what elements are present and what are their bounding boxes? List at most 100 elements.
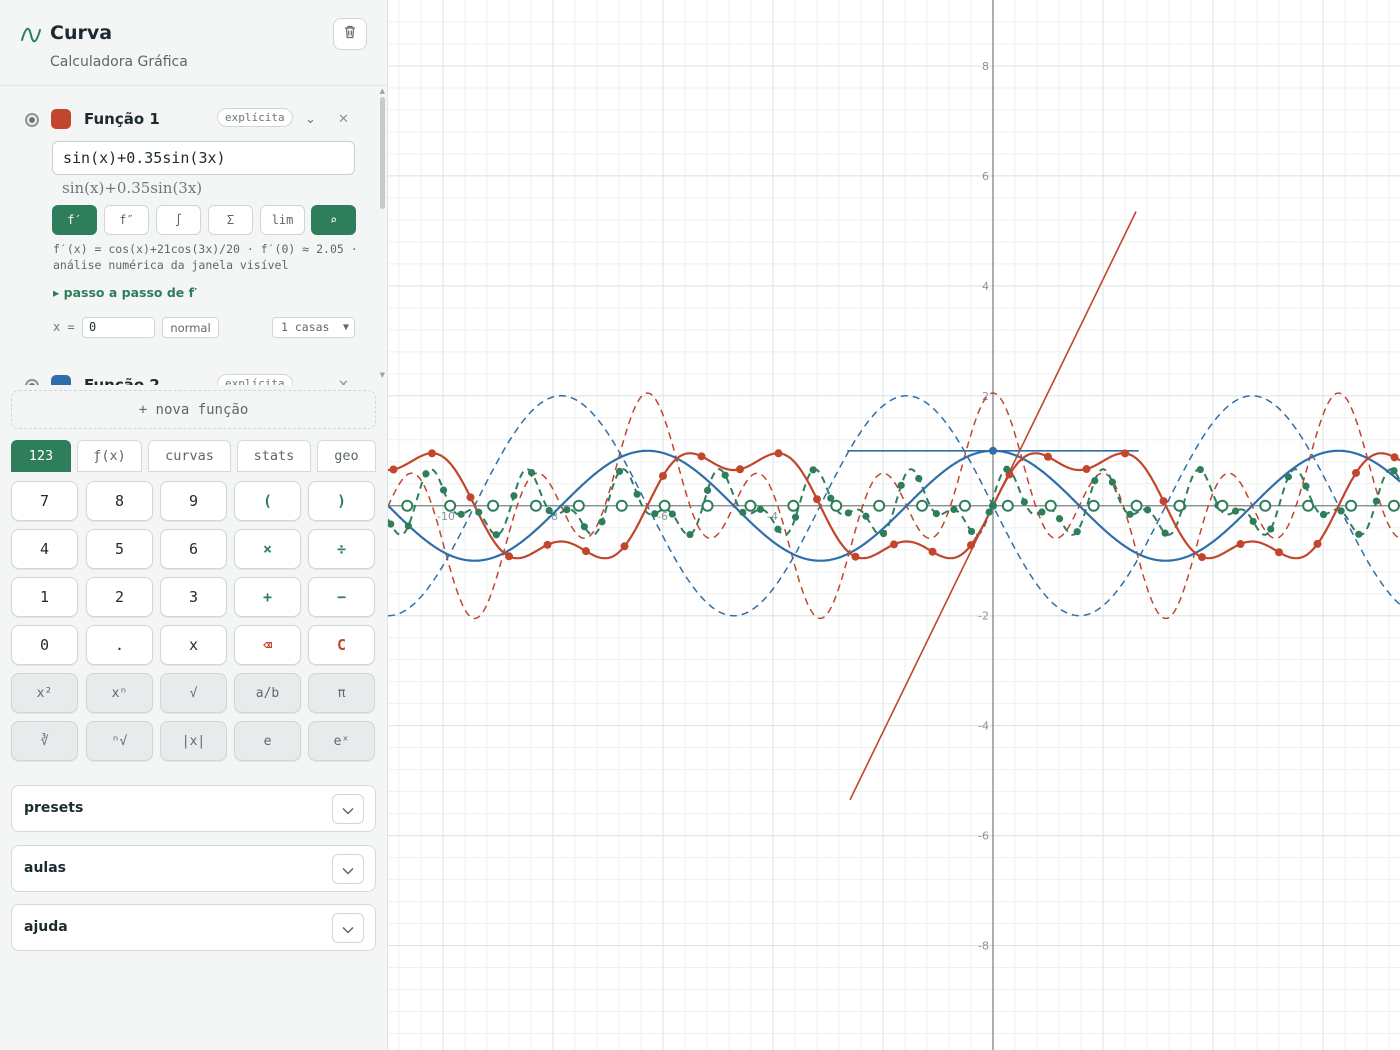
presets-panel[interactable]: presets [11,785,376,832]
tab-123[interactable]: 123 [11,440,71,472]
root-marker [701,499,714,512]
scrollbar-thumb[interactable] [380,97,385,209]
key-decimal[interactable]: . [86,625,153,665]
sidebar: Curva Calculadora Gráfica Função 1 explí… [0,0,388,1050]
tab-stats[interactable]: stats [237,440,311,472]
key-9[interactable]: 9 [160,481,227,521]
key-nth-root[interactable]: ⁿ√ [86,721,153,761]
key-open-paren[interactable]: ( [234,481,301,521]
curve-point [851,552,860,561]
root-marker [615,499,628,512]
expression-input[interactable]: sin(x)+0.35sin(3x) [52,141,355,175]
new-function-button[interactable]: + nova função [11,390,376,429]
key-square[interactable]: x² [11,673,78,713]
help-panel[interactable]: ajuda [11,904,376,951]
curve-point [1337,507,1345,515]
lessons-panel[interactable]: aulas [11,845,376,892]
mode-button[interactable]: normal [162,317,219,338]
key-sqrt[interactable]: √ [160,673,227,713]
key-divide[interactable]: ÷ [308,529,375,569]
key-backspace[interactable]: ⌫ [234,625,301,665]
decimals-select[interactable]: 1 casas ▼ [272,317,355,338]
expand-button[interactable] [332,794,364,824]
key-abs[interactable]: |x| [160,721,227,761]
curve-point [428,449,436,458]
scroll-down-icon[interactable]: ▼ [380,371,385,379]
trash-icon [342,24,358,44]
chevron-down-icon[interactable]: ⌄ [305,112,316,127]
x-label: x = [53,320,75,334]
second-derivative-button[interactable]: f″ [104,205,149,235]
close-icon[interactable]: ✕ [338,112,349,127]
curve-point [389,465,398,474]
expand-button[interactable] [332,913,364,943]
key-exp[interactable]: eˣ [308,721,375,761]
graph-canvas[interactable]: -10 -8 -6 -4 8 6 4 2 -2 -4 -6 -8 [388,0,1400,1050]
curve-point [928,547,937,556]
curve-point [1159,497,1168,506]
tab-curves[interactable]: curvas [148,440,231,472]
x-value-input[interactable]: 0 [82,317,155,338]
y-tick-label: -6 [978,830,989,843]
close-icon[interactable]: ✕ [338,378,349,385]
integral-button[interactable]: ∫ [156,205,201,235]
type-badge[interactable]: explícita [217,108,293,127]
expand-button[interactable] [332,854,364,884]
curve-point [844,509,852,517]
key-pi[interactable]: π [308,673,375,713]
curve-point [457,510,465,518]
scroll-up-icon[interactable]: ▲ [380,87,385,95]
graph-plot[interactable]: -10 -8 -6 -48642-2-4-6-8 [388,0,1400,1050]
panel-label: presets [24,800,84,816]
curve-point [615,467,624,475]
curve-point [862,512,870,520]
curve-point [1355,530,1363,538]
key-5[interactable]: 5 [86,529,153,569]
key-0[interactable]: 0 [11,625,78,665]
limit-button[interactable]: lim [260,205,305,235]
color-swatch[interactable] [51,375,71,385]
key-1[interactable]: 1 [11,577,78,617]
key-3[interactable]: 3 [160,577,227,617]
key-7[interactable]: 7 [11,481,78,521]
key-multiply[interactable]: × [234,529,301,569]
decimals-value: 1 casas [281,320,330,334]
curve-point [1352,468,1360,477]
key-minus[interactable]: − [308,577,375,617]
key-plus[interactable]: + [234,577,301,617]
sum-button[interactable]: Σ [208,205,253,235]
visibility-toggle[interactable] [25,379,39,385]
tab-geo[interactable]: geo [317,440,376,472]
curve-point [932,510,940,518]
clear-all-button[interactable] [333,18,367,50]
curve-point [1275,548,1283,557]
curve-point [1108,478,1116,486]
curve-point [1073,528,1081,536]
key-e[interactable]: e [234,721,301,761]
curve-point [721,471,729,479]
curve-point [774,449,783,458]
key-6[interactable]: 6 [160,529,227,569]
type-badge[interactable]: explícita [217,374,293,385]
curve-point [633,490,641,498]
curve-point [492,531,500,539]
visibility-toggle[interactable] [25,113,39,127]
key-close-paren[interactable]: ) [308,481,375,521]
root-marker [1302,499,1315,512]
tab-functions[interactable]: ƒ(x) [77,440,142,472]
color-swatch[interactable] [51,109,71,129]
key-cbrt[interactable]: ∛ [11,721,78,761]
key-power[interactable]: xⁿ [86,673,153,713]
key-clear[interactable]: C [308,625,375,665]
curve-point [620,542,629,551]
derivative-button[interactable]: f′ [52,205,97,235]
search-button[interactable]: ⌕ [311,205,356,235]
key-4[interactable]: 4 [11,529,78,569]
step-by-step-link[interactable]: ▸ passo a passo de f′ [53,285,197,300]
curve-point [791,513,800,521]
root-marker [787,499,800,512]
key-x[interactable]: x [160,625,227,665]
key-8[interactable]: 8 [86,481,153,521]
key-2[interactable]: 2 [86,577,153,617]
key-fraction[interactable]: a/b [234,673,301,713]
